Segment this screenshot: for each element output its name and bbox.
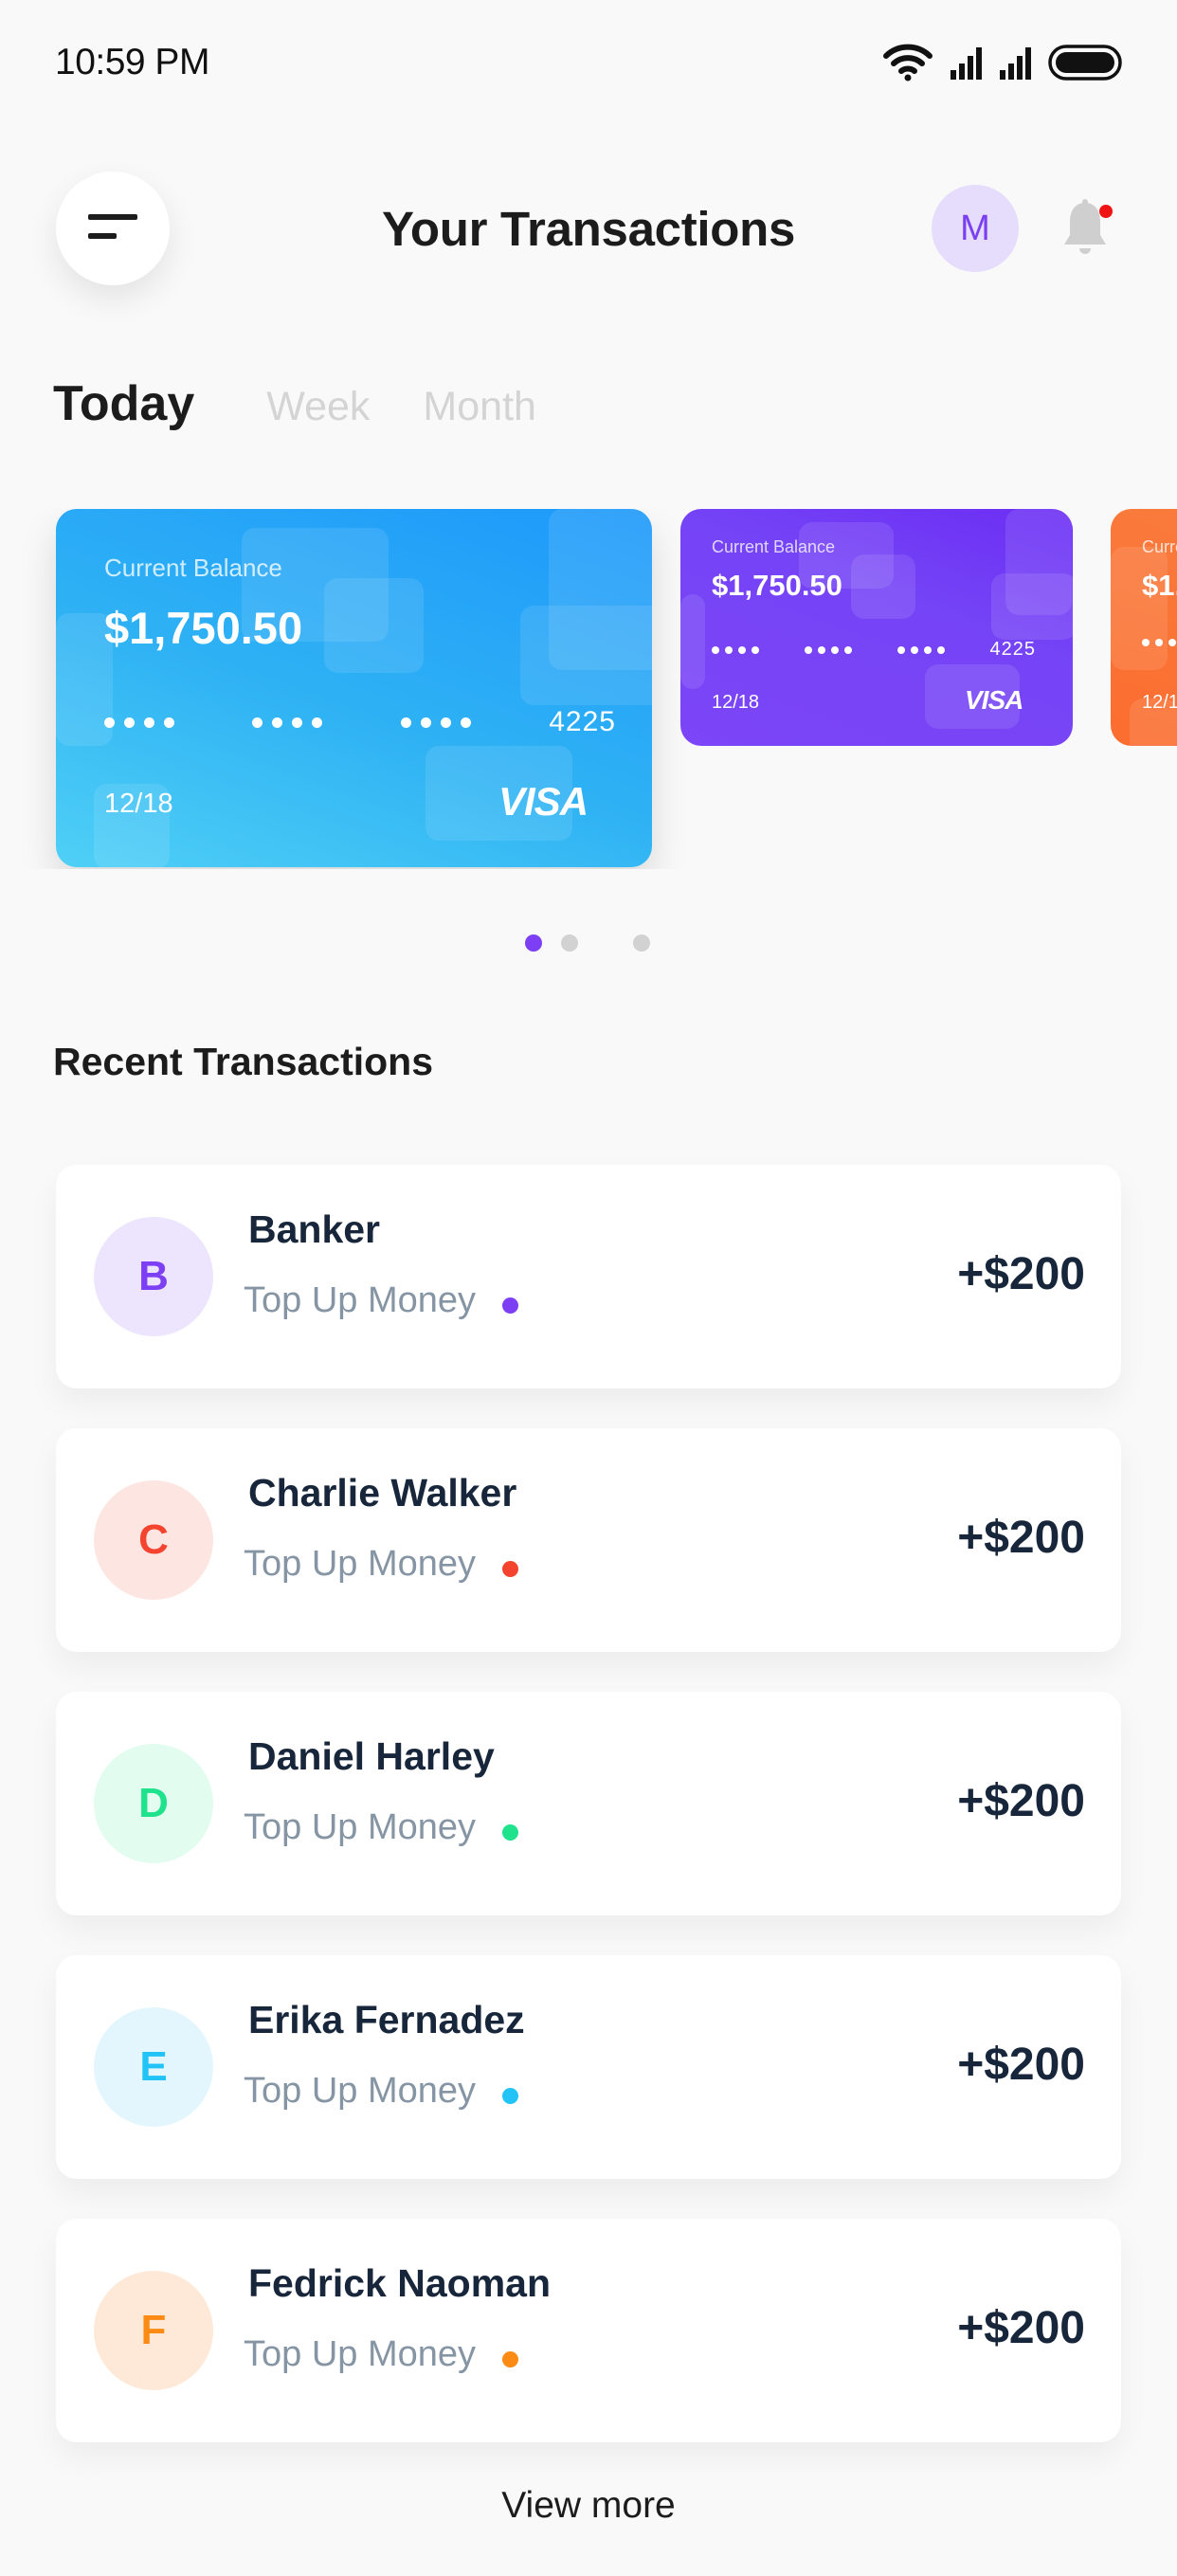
transaction-avatar: C: [94, 1480, 213, 1600]
transaction-avatar: E: [94, 2007, 213, 2127]
transaction-item[interactable]: B Banker Top Up Money +$200: [56, 1165, 1121, 1388]
card-balance: $1,750.50: [104, 603, 303, 653]
status-dot: [502, 1297, 519, 1314]
card-expiry: 12/18: [1142, 692, 1177, 713]
transaction-description-text: Top Up Money: [244, 1280, 477, 1320]
transaction-description: Top Up Money: [244, 1544, 519, 1585]
masked-digits: [712, 645, 759, 654]
visa-logo: VISA: [965, 685, 1023, 715]
card-orange[interactable]: Current Balance $1,750.50 12/18: [1111, 509, 1177, 746]
transaction-item[interactable]: C Charlie Walker Top Up Money +$200: [56, 1428, 1121, 1652]
masked-digits: [400, 717, 471, 728]
masked-digits: [252, 717, 323, 728]
transaction-description: Top Up Money: [244, 2071, 519, 2112]
signal-icon: [950, 45, 982, 80]
transaction-amount: +$200: [957, 1249, 1085, 1299]
carousel-pager: [0, 934, 1177, 953]
status-dot: [502, 1561, 519, 1577]
status-icons: [883, 44, 1122, 82]
tab-week[interactable]: Week: [266, 384, 370, 430]
transaction-name: Charlie Walker: [248, 1471, 517, 1515]
transaction-description: Top Up Money: [244, 2334, 519, 2375]
avatar[interactable]: M: [932, 185, 1019, 272]
battery-icon: [1048, 45, 1122, 81]
card-balance: $1,750.50: [1142, 569, 1177, 602]
card-number: 4225: [104, 706, 616, 738]
status-bar: 10:59 PM: [0, 0, 1177, 128]
card-expiry: 12/18: [712, 692, 760, 713]
transaction-name: Daniel Harley: [248, 1734, 495, 1778]
card-label: Current Balance: [712, 537, 836, 556]
transaction-amount: +$200: [957, 2040, 1085, 2090]
masked-digits: [896, 645, 945, 654]
tab-today[interactable]: Today: [53, 375, 194, 432]
view-more-link[interactable]: View more: [0, 2485, 1177, 2527]
card-last4: 4225: [549, 706, 616, 737]
transaction-description-text: Top Up Money: [244, 2334, 477, 2374]
visa-logo: VISA: [498, 779, 588, 824]
period-tabs: Today Week Month: [53, 375, 589, 432]
pager-dot-1[interactable]: [525, 934, 542, 952]
card-balance: $1,750.50: [712, 569, 842, 602]
transaction-amount: +$200: [957, 1513, 1085, 1563]
transaction-description: Top Up Money: [244, 1280, 519, 1321]
card-last4: 4225: [989, 639, 1036, 660]
masked-digits: [804, 645, 852, 654]
transaction-item[interactable]: E Erika Fernadez Top Up Money +$200: [56, 1955, 1121, 2179]
bell-icon: [1061, 199, 1109, 263]
cards-carousel[interactable]: Current Balance $1,750.50 4225 12/18 VIS…: [0, 509, 1177, 869]
status-dot: [502, 2351, 519, 2367]
pager-dot-2[interactable]: [561, 934, 578, 952]
transaction-name: Banker: [248, 1207, 381, 1251]
transaction-item[interactable]: D Daniel Harley Top Up Money +$200: [56, 1692, 1121, 1915]
card-purple[interactable]: Current Balance $1,750.50 4225 12/18 VIS…: [680, 509, 1073, 746]
card-label: Current Balance: [104, 553, 282, 582]
status-dot: [502, 1824, 519, 1841]
card-label: Current Balance: [1142, 537, 1177, 556]
pager-dot-3[interactable]: [633, 934, 650, 952]
status-dot: [502, 2088, 519, 2104]
signal-icon: [999, 45, 1031, 80]
transaction-description-text: Top Up Money: [244, 1807, 477, 1847]
notification-badge: [1099, 205, 1113, 218]
wifi-icon: [883, 44, 933, 82]
tab-month[interactable]: Month: [423, 384, 536, 430]
masked-digits: [1142, 639, 1177, 646]
card-expiry: 12/18: [104, 789, 173, 819]
status-time: 10:59 PM: [55, 42, 209, 82]
card-blue[interactable]: Current Balance $1,750.50 4225 12/18 VIS…: [56, 509, 652, 867]
transaction-avatar: B: [94, 1217, 213, 1336]
transaction-name: Fedrick Naoman: [248, 2261, 551, 2305]
transaction-amount: +$200: [957, 1776, 1085, 1826]
transaction-name: Erika Fernadez: [248, 1998, 525, 2041]
transaction-list: B Banker Top Up Money +$200 C Charlie Wa…: [56, 1165, 1121, 2482]
section-title: Recent Transactions: [53, 1040, 434, 1083]
transaction-avatar: D: [94, 1744, 213, 1863]
transaction-avatar: F: [94, 2271, 213, 2390]
transaction-description-text: Top Up Money: [244, 1544, 477, 1584]
transaction-item[interactable]: F Fedrick Naoman Top Up Money +$200: [56, 2219, 1121, 2442]
masked-digits: [104, 717, 174, 728]
transaction-description-text: Top Up Money: [244, 2071, 477, 2111]
card-number: 4225: [712, 639, 1036, 661]
transaction-amount: +$200: [957, 2303, 1085, 2353]
transaction-description: Top Up Money: [244, 1807, 519, 1848]
